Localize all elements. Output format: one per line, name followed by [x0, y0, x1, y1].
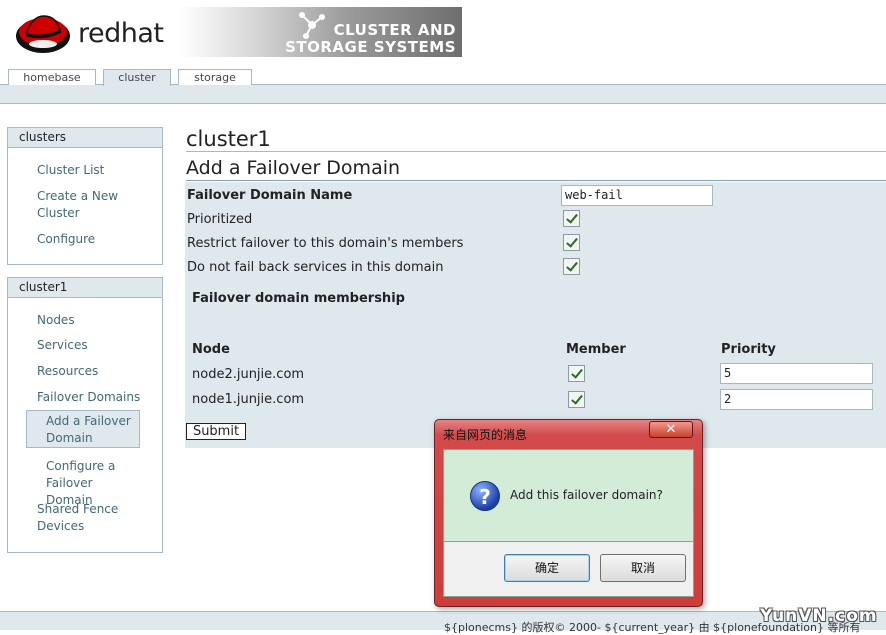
title-divider [186, 151, 886, 152]
redhat-hat-icon [16, 15, 70, 53]
tab-cluster[interactable]: cluster [103, 69, 171, 86]
nav-add-failover-domain[interactable]: Add a Failover Domain [26, 410, 140, 448]
nofailback-checkbox[interactable] [563, 258, 580, 275]
banner-line-2: STORAGE SYSTEMS [285, 38, 456, 56]
node-name: node1.junjie.com [192, 392, 305, 407]
nav-nodes[interactable]: Nodes [37, 312, 75, 329]
cancel-button[interactable]: 取消 [600, 554, 686, 582]
cluster-portlet: cluster1 Nodes Services Resources Failov… [7, 277, 163, 553]
cluster-title: cluster1 [186, 127, 271, 151]
node-member-checkbox[interactable] [568, 391, 585, 408]
dialog-title: 来自网页的消息 [443, 428, 528, 442]
column-priority: Priority [721, 342, 776, 357]
domain-name-label: Failover Domain Name [187, 188, 353, 203]
nav-resources[interactable]: Resources [37, 363, 98, 380]
nav-shared-fence-devices[interactable]: Shared Fence Devices [37, 501, 127, 535]
dialog-body: ? Add this failover domain? [443, 449, 694, 542]
domain-name-input[interactable]: web-fail [561, 185, 713, 206]
dialog-message: Add this failover domain? [510, 488, 663, 502]
nav-cluster-list[interactable]: Cluster List [37, 162, 104, 179]
page-heading: Add a Failover Domain [186, 157, 401, 179]
nav-services[interactable]: Services [37, 337, 88, 354]
redhat-logo: redhat [14, 8, 174, 58]
membership-heading: Failover domain membership [192, 291, 405, 306]
banner-line-1: CLUSTER AND [333, 21, 456, 39]
ok-button[interactable]: 确定 [504, 554, 590, 582]
restricted-label: Restrict failover to this domain's membe… [187, 236, 464, 251]
node-member-checkbox[interactable] [568, 365, 585, 382]
tab-storage[interactable]: storage [178, 69, 252, 85]
node-name: node2.junjie.com [192, 367, 305, 382]
prioritized-label: Prioritized [187, 212, 253, 227]
tab-homebase[interactable]: homebase [8, 69, 96, 85]
logo-text: redhat [78, 18, 164, 49]
node-priority-input[interactable]: 2 [720, 389, 873, 410]
nav-configure[interactable]: Configure [37, 231, 95, 248]
heading-divider [186, 180, 886, 181]
clusters-portlet-title: clusters [8, 128, 162, 148]
nofailback-label: Do not fail back services in this domain [187, 260, 444, 275]
confirm-dialog: 来自网页的消息 ✕ ? Add this failover domain? 确定… [434, 419, 703, 607]
dialog-close-button[interactable]: ✕ [649, 421, 693, 438]
tab-strip [0, 84, 886, 104]
node-priority-input[interactable]: 5 [720, 363, 873, 384]
prioritized-checkbox[interactable] [563, 210, 580, 227]
watermark: YunVN.com [760, 606, 878, 626]
question-icon: ? [470, 481, 500, 511]
submit-button[interactable]: Submit [186, 423, 246, 440]
clusters-portlet: clusters Cluster List Create a New Clust… [7, 127, 163, 265]
column-node: Node [192, 342, 230, 357]
nav-create-cluster[interactable]: Create a New Cluster [37, 188, 127, 222]
cluster-nodes-icon [299, 12, 325, 39]
restricted-checkbox[interactable] [563, 234, 580, 251]
cluster-portlet-title: cluster1 [8, 278, 162, 298]
column-member: Member [566, 342, 626, 357]
product-banner: CLUSTER AND STORAGE SYSTEMS [180, 7, 462, 57]
nav-failover-domains[interactable]: Failover Domains [37, 389, 140, 406]
dialog-footer: 确定 取消 [443, 542, 694, 597]
close-icon: ✕ [665, 422, 677, 437]
